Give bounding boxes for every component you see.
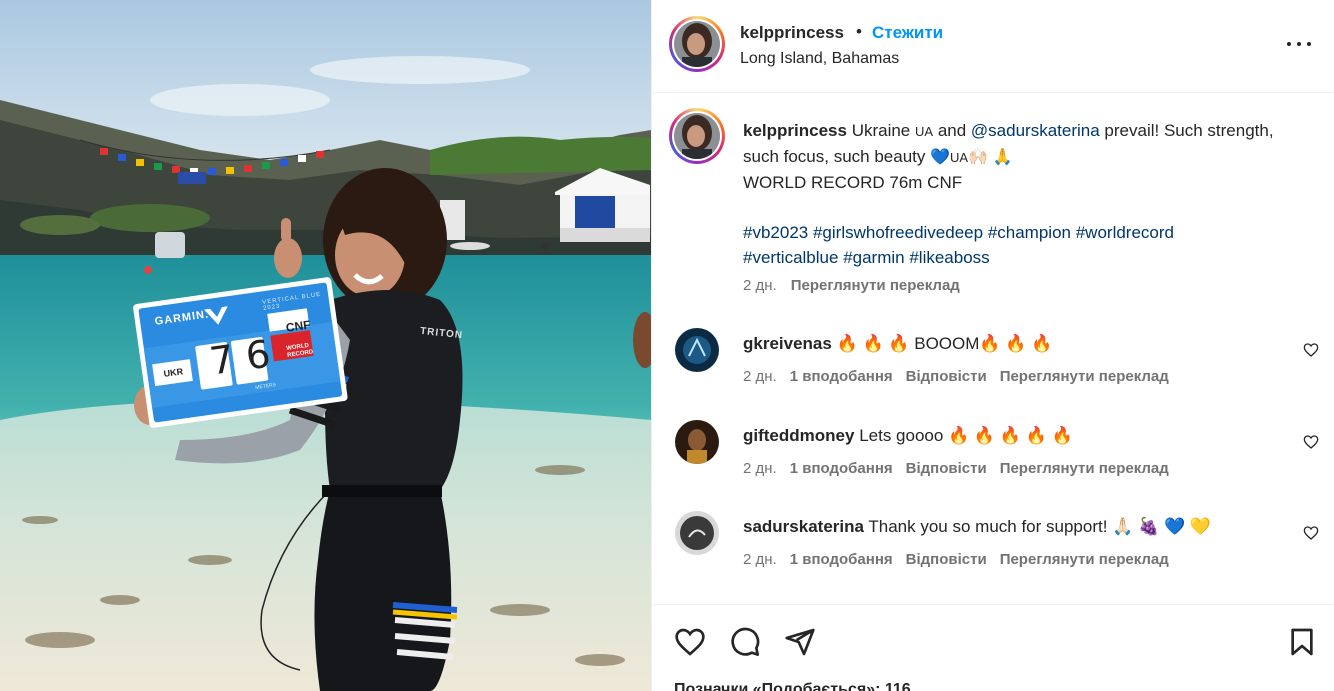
comment-body: Lets goooo 🔥 🔥 🔥 🔥 🔥 [859,426,1073,445]
caption-meta: 2 дн. Переглянути переклад [743,277,960,294]
more-horizontal-icon[interactable] [1287,34,1313,54]
comment-translate-link[interactable]: Переглянути переклад [1000,551,1169,568]
comment-body: 🔥 🔥 🔥 BOOOM🔥 🔥 🔥 [836,334,1053,353]
comment-body: Thank you so much for support! 🙏🏻 🍇 💙 💛 [868,517,1211,536]
caption-text: kelpprincess Ukraine UA and @sadurskater… [743,118,1303,270]
comment-reply-button[interactable]: Відповісти [906,551,987,568]
comment-meta: 2 дн. 1 вподобання Відповісти Переглянути п… [743,460,1182,477]
heart-icon[interactable] [674,626,706,658]
comment-likes[interactable]: 1 вподобання [790,460,893,477]
caption-author-avatar[interactable] [669,108,725,164]
comment-time[interactable]: 2 дн. [743,368,777,385]
caption-text-1: Ukraine [851,121,911,140]
hashtag[interactable]: #verticalblue [743,248,838,267]
caption-line-2: WORLD RECORD 76m CNF [743,173,963,192]
blue-heart-emoji: 💙 [930,149,951,166]
comment-translate-link[interactable]: Переглянути переклад [1000,368,1169,385]
comment-item: gifteddmoney Lets goooo 🔥 🔥 🔥 🔥 🔥 2 дн. 1… [652,420,1334,500]
likes-count[interactable]: Позначки «Подобається»: 116 [674,681,911,691]
hashtag[interactable]: #garmin [843,248,904,267]
comment-item: gkreivenas 🔥 🔥 🔥 BOOOM🔥 🔥 🔥 2 дн. 1 вподо… [652,328,1334,408]
comment-meta: 2 дн. 1 вподобання Відповісти Переглянути п… [743,368,1182,385]
hashtag[interactable]: #vb2023 [743,223,808,242]
hashtag[interactable]: #champion [988,223,1071,242]
comment-like-heart-icon[interactable] [1303,525,1319,541]
comment-avatar[interactable] [675,511,719,555]
hands-emoji: 🙌🏻 🙏 [968,149,1013,166]
comment-username[interactable]: gifteddmoney [743,426,854,445]
post-action-bar [652,604,1334,691]
comment-like-heart-icon[interactable] [1303,434,1319,450]
author-username[interactable]: kelpprincess [740,23,844,43]
hashtag[interactable]: #girlswhofreedivedeep [813,223,983,242]
hashtag[interactable]: #worldrecord [1076,223,1174,242]
comment-text: gifteddmoney Lets goooo 🔥 🔥 🔥 🔥 🔥 [743,426,1073,446]
comment-avatar[interactable] [675,420,719,464]
caption-time[interactable]: 2 дн. [743,277,777,294]
comment-meta: 2 дн. 1 вподобання Відповісти Переглянути п… [743,551,1182,568]
comment-reply-button[interactable]: Відповісти [906,460,987,477]
follow-button[interactable]: Стежити [872,23,943,43]
comment-username[interactable]: gkreivenas [743,334,832,353]
comment-time[interactable]: 2 дн. [743,551,777,568]
caption-text-2: and [937,121,967,140]
comment-likes[interactable]: 1 вподобання [790,551,893,568]
post-photo[interactable]: GARMIN. VERTICAL BLUE 2023 UKR 7 6 CNF W… [0,0,651,691]
caption-username[interactable]: kelpprincess [743,121,847,140]
flag-ukraine: UA [915,124,934,139]
post-side-panel: kelpprincess • Стежити Long Island, Baha… [651,0,1334,691]
comment-like-heart-icon[interactable] [1303,342,1319,358]
post-location[interactable]: Long Island, Bahamas [740,50,899,68]
comment-username[interactable]: sadurskaterina [743,517,864,536]
caption-mention[interactable]: @sadurskaterina [971,121,1100,140]
comment-item: sadurskaterina Thank you so much for sup… [652,511,1334,591]
comment-text: sadurskaterina Thank you so much for sup… [743,517,1211,537]
author-avatar[interactable] [669,16,725,72]
comment-icon[interactable] [729,626,761,658]
comment-text: gkreivenas 🔥 🔥 🔥 BOOOM🔥 🔥 🔥 [743,334,1052,354]
comment-avatar[interactable] [675,328,719,372]
caption-translate-link[interactable]: Переглянути переклад [791,277,960,294]
separator-dot: • [856,22,862,41]
comment-likes[interactable]: 1 вподобання [790,368,893,385]
bookmark-icon[interactable] [1286,626,1318,658]
comment-time[interactable]: 2 дн. [743,460,777,477]
flag-ukraine-2: UA [950,150,969,165]
hashtag[interactable]: #likeaboss [909,248,989,267]
share-icon[interactable] [784,626,816,658]
comment-translate-link[interactable]: Переглянути переклад [1000,460,1169,477]
comment-reply-button[interactable]: Відповісти [906,368,987,385]
post-header: kelpprincess • Стежити Long Island, Baha… [652,0,1334,93]
